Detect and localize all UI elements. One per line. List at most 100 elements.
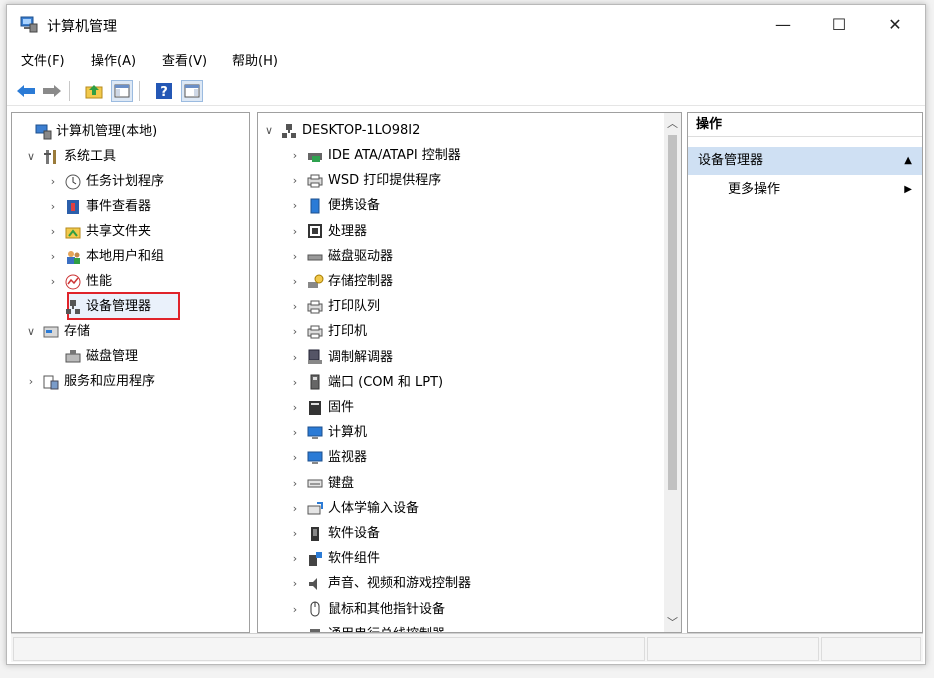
collapsed-chevron-icon[interactable]: ›	[288, 471, 302, 496]
device-category-item[interactable]: › 存储控制器	[288, 269, 393, 294]
menu-action[interactable]: 操作(A)	[91, 50, 136, 69]
collapsed-chevron-icon[interactable]: ›	[288, 294, 302, 319]
collapsed-chevron-icon[interactable]: ›	[288, 193, 302, 218]
collapse-triangle-icon[interactable]: ▲	[904, 147, 912, 175]
collapsed-chevron-icon[interactable]: ›	[288, 168, 302, 193]
scroll-up-icon[interactable]: ︿	[664, 115, 681, 131]
port-icon	[306, 374, 324, 390]
device-category-item[interactable]: › 鼠标和其他指针设备	[288, 597, 445, 622]
collapsed-chevron-icon[interactable]: ›	[288, 546, 302, 571]
tree-item[interactable]: › 性能	[46, 269, 112, 294]
collapsed-chevron-icon[interactable]: ›	[46, 244, 60, 269]
submenu-arrow-icon[interactable]: ▶	[904, 179, 912, 201]
more-actions-link[interactable]: 更多操作	[728, 179, 780, 201]
menu-view[interactable]: 查看(V)	[162, 50, 207, 69]
collapsed-chevron-icon[interactable]: ›	[288, 420, 302, 445]
software-device-icon	[306, 526, 324, 542]
tree-item[interactable]: ∨ 系统工具	[24, 144, 116, 169]
collapsed-chevron-icon[interactable]: ›	[288, 496, 302, 521]
collapsed-chevron-icon[interactable]: ›	[46, 194, 60, 219]
back-arrow-icon[interactable]	[15, 80, 37, 102]
expanded-chevron-icon[interactable]: ∨	[262, 118, 276, 143]
device-category-item[interactable]: › 便携设备	[288, 193, 380, 218]
tree-item[interactable]: 设备管理器	[46, 294, 151, 319]
device-category-label: 便携设备	[328, 198, 381, 214]
device-category-item[interactable]: › 处理器	[288, 219, 367, 244]
tree-item[interactable]: › 事件查看器	[46, 194, 151, 219]
system-tools-icon	[42, 149, 60, 165]
collapsed-chevron-icon[interactable]: ›	[288, 143, 302, 168]
close-button[interactable]: ✕	[867, 5, 923, 43]
device-category-item[interactable]: › 固件	[288, 395, 354, 420]
device-category-item[interactable]: › 打印队列	[288, 294, 380, 319]
collapsed-chevron-icon[interactable]: ›	[46, 269, 60, 294]
collapsed-chevron-icon[interactable]: ›	[288, 395, 302, 420]
vertical-scrollbar[interactable]: ︿ ﹀	[664, 113, 681, 632]
device-category-item[interactable]: › 通用串行总线控制器	[288, 622, 445, 632]
status-cell-3	[821, 637, 921, 661]
tree-item[interactable]: › 任务计划程序	[46, 169, 164, 194]
device-tree-root[interactable]: ∨ DESKTOP-1LO98I2	[262, 118, 420, 143]
actions-group-device-manager[interactable]: 设备管理器 ▲	[688, 147, 922, 175]
tree-item[interactable]: 计算机管理(本地)	[16, 119, 157, 144]
device-category-item[interactable]: › 打印机	[288, 319, 367, 344]
show-hide-tree-icon[interactable]	[111, 80, 133, 102]
tree-item-label: 系统工具	[64, 149, 117, 164]
status-cell-2	[647, 637, 819, 661]
collapsed-chevron-icon[interactable]: ›	[288, 571, 302, 596]
tree-item-label: 事件查看器	[86, 199, 152, 214]
collapsed-chevron-icon[interactable]: ›	[288, 345, 302, 370]
collapsed-chevron-icon[interactable]: ›	[46, 169, 60, 194]
tree-item-label: 服务和应用程序	[64, 374, 156, 389]
tree-item-label: 任务计划程序	[86, 174, 165, 189]
collapsed-chevron-icon[interactable]: ›	[46, 219, 60, 244]
device-list-pane[interactable]: ︿ ﹀ ∨ DESKTOP-1LO98I2 › IDE ATA/ATAPI 控制器 › W…	[257, 112, 682, 633]
collapsed-chevron-icon[interactable]: ›	[288, 319, 302, 344]
tree-item[interactable]: › 本地用户和组	[46, 244, 164, 269]
device-manager-icon	[64, 299, 82, 315]
collapsed-chevron-icon[interactable]: ›	[288, 244, 302, 269]
expanded-chevron-icon[interactable]: ∨	[24, 319, 38, 344]
collapsed-chevron-icon[interactable]: ›	[24, 369, 38, 394]
menu-file[interactable]: 文件(F)	[21, 50, 65, 69]
device-category-item[interactable]: › WSD 打印提供程序	[288, 168, 441, 193]
device-category-item[interactable]: › IDE ATA/ATAPI 控制器	[288, 143, 461, 168]
collapsed-chevron-icon[interactable]: ›	[288, 219, 302, 244]
properties-icon[interactable]	[181, 80, 203, 102]
collapsed-chevron-icon[interactable]: ›	[288, 445, 302, 470]
title-bar[interactable]: 计算机管理 — ☐ ✕	[7, 5, 925, 43]
collapsed-chevron-icon[interactable]: ›	[288, 269, 302, 294]
help-icon[interactable]: ?	[153, 80, 175, 102]
collapsed-chevron-icon[interactable]: ›	[288, 597, 302, 622]
device-category-item[interactable]: › 调制解调器	[288, 345, 393, 370]
device-category-item[interactable]: › 计算机	[288, 420, 367, 445]
clock-icon	[64, 174, 82, 190]
menu-help[interactable]: 帮助(H)	[232, 50, 278, 69]
tree-item[interactable]: › 共享文件夹	[46, 219, 151, 244]
tree-item-label: 计算机管理(本地)	[56, 124, 158, 139]
scroll-down-icon[interactable]: ﹀	[664, 614, 681, 630]
device-category-item[interactable]: › 端口 (COM 和 LPT)	[288, 370, 443, 395]
device-category-item[interactable]: › 软件设备	[288, 521, 380, 546]
computer-management-icon	[20, 16, 38, 33]
minimize-button[interactable]: —	[755, 5, 811, 43]
maximize-button[interactable]: ☐	[811, 5, 867, 43]
device-category-item[interactable]: › 软件组件	[288, 546, 380, 571]
device-category-item[interactable]: › 磁盘驱动器	[288, 244, 393, 269]
collapsed-chevron-icon[interactable]: ›	[288, 622, 302, 632]
tree-item[interactable]: ∨ 存储	[24, 319, 90, 344]
tree-item[interactable]: › 服务和应用程序	[24, 369, 155, 394]
scroll-thumb[interactable]	[668, 135, 677, 490]
tree-item[interactable]: 磁盘管理	[46, 344, 138, 369]
forward-arrow-icon[interactable]	[41, 80, 63, 102]
expanded-chevron-icon[interactable]: ∨	[24, 144, 38, 169]
device-category-item[interactable]: › 监视器	[288, 445, 367, 470]
navigation-tree-pane[interactable]: 计算机管理(本地) ∨ 系统工具 › 任务计划程序 › 事件查看器 › 共享文件夹 › 本地用户和组…	[11, 112, 250, 633]
processor-icon	[306, 223, 324, 239]
collapsed-chevron-icon[interactable]: ›	[288, 370, 302, 395]
collapsed-chevron-icon[interactable]: ›	[288, 521, 302, 546]
device-category-item[interactable]: › 声音、视频和游戏控制器	[288, 571, 471, 596]
device-category-item[interactable]: › 人体学输入设备	[288, 496, 419, 521]
device-category-item[interactable]: › 键盘	[288, 471, 354, 496]
up-folder-icon[interactable]	[83, 80, 105, 102]
